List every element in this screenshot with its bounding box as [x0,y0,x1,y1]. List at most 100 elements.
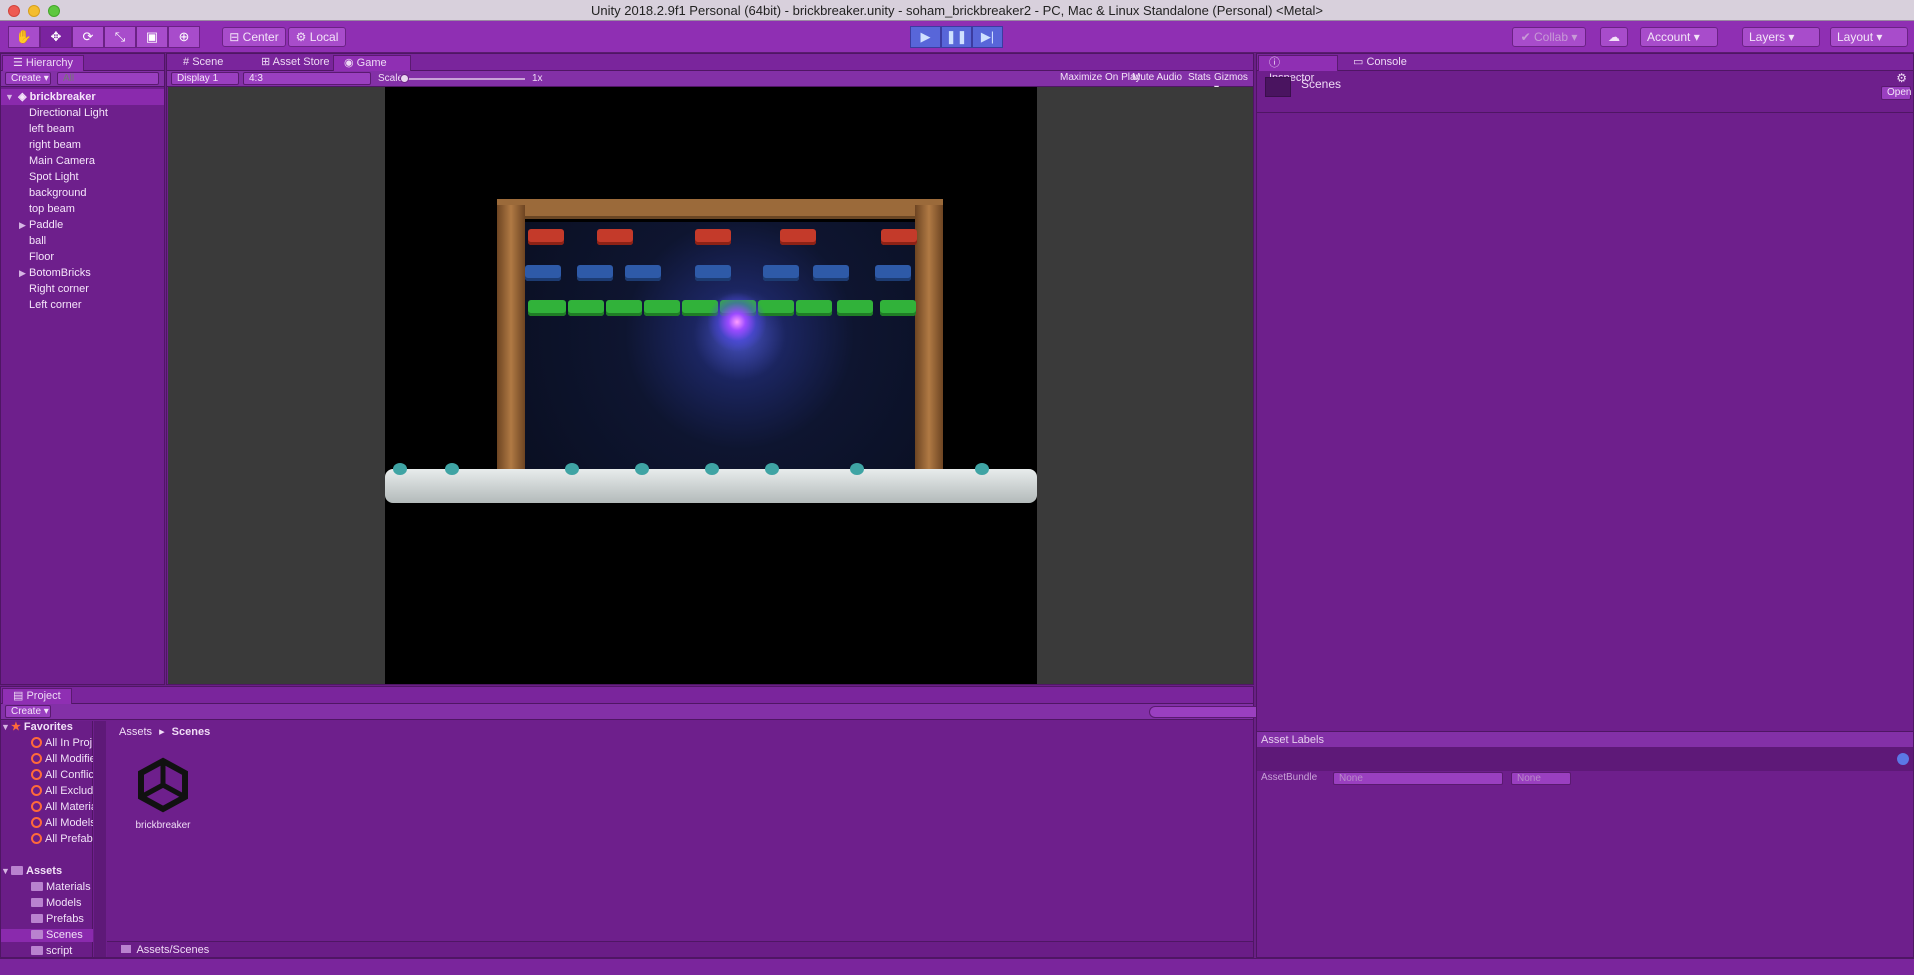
hierarchy-item[interactable]: Left corner [1,297,164,313]
asset-folder-item[interactable]: Prefabs [1,913,93,926]
brick [813,265,849,281]
favorite-item[interactable]: All Conflic [1,769,93,782]
asset-labels-header[interactable]: Asset Labels [1257,731,1913,747]
hierarchy-item[interactable]: Floor [1,249,164,265]
brick [528,229,564,245]
favorite-item[interactable]: All Prefab [1,833,93,846]
tab-inspector[interactable]: ⓘ Inspector [1258,55,1338,84]
project-create-button[interactable]: Create ▾ [5,705,51,718]
assets-header[interactable]: ▼ Assets [1,865,93,878]
expand-arrow-icon[interactable]: ▼ [5,89,15,105]
tab-hierarchy[interactable]: ☰ Hierarchy [2,55,84,71]
brick [780,229,816,245]
asset-item-label: brickbreaker [135,820,191,831]
display-dropdown[interactable]: Display 1 [171,72,239,85]
game-viewport[interactable] [168,87,1253,684]
close-window-button[interactable] [8,5,20,17]
breadcrumb-scenes[interactable]: Scenes [172,726,211,738]
expand-arrow-icon[interactable]: ▼ [1,865,11,878]
favorites-header[interactable]: ▼★ Favorites [1,721,93,734]
assetbundle-label: AssetBundle [1261,772,1318,783]
hierarchy-item[interactable]: Directional Light [1,105,164,121]
expand-arrow-icon[interactable]: ▼ [1,721,11,734]
mute-audio-toggle[interactable]: Mute Audio [1127,72,1183,85]
layout-dropdown[interactable]: Layout ▾ [1830,27,1908,47]
move-tool-icon[interactable]: ✥ [40,26,72,48]
favorite-item[interactable]: All Materia [1,801,93,814]
hierarchy-create-button[interactable]: Create ▾ [5,72,51,85]
tag-icon[interactable] [1897,753,1909,765]
folder-icon [31,914,43,923]
cloud-icon[interactable]: ☁ [1600,27,1628,47]
pivot-center-button[interactable]: ⊟ Center [222,27,286,47]
account-dropdown[interactable]: Account ▾ [1640,27,1718,47]
favorite-item[interactable]: All Models [1,817,93,830]
play-icon[interactable]: ▶ [910,26,941,48]
favorite-item-label: All Materia [45,801,93,813]
ball [707,292,767,352]
collab-button[interactable]: ✔ Collab ▾ [1512,27,1586,47]
scale-slider[interactable] [400,74,525,83]
tree-scrollbar[interactable] [94,721,106,957]
local-icon: ⚙ [295,30,310,44]
scale-slider-handle[interactable] [400,74,409,83]
hierarchy-item[interactable]: Spot Light [1,169,164,185]
tab-console[interactable]: ▭ Console [1343,55,1417,71]
hierarchy-search-input[interactable] [57,72,159,85]
asset-item[interactable]: brickbreaker [129,755,197,831]
asset-folder-item[interactable]: Models [1,897,93,910]
folder-icon [31,882,43,891]
hierarchy-item[interactable]: right beam [1,137,164,153]
gear-icon[interactable]: ⚙ [1896,71,1907,85]
search-filter-icon [31,753,42,764]
rect-tool-icon[interactable]: ▣ [136,26,168,48]
asset-folder-item[interactable]: Scenes [1,929,93,942]
tab-asset-store[interactable]: ⊞ Asset Store [251,55,340,71]
hierarchy-panel: ☰ Hierarchy Create ▾ ▼ ◈ brickbreaker Di… [0,53,165,685]
folder-icon: ▤ [13,690,27,702]
hierarchy-item-label: Main Camera [29,155,96,167]
aspect-dropdown[interactable]: 4:3 [243,72,371,85]
hierarchy-item[interactable]: left beam [1,121,164,137]
assetbundle-dropdown[interactable]: None [1333,772,1503,785]
favorite-item[interactable]: All Exclud [1,785,93,798]
minimize-window-button[interactable] [28,5,40,17]
hand-tool-icon[interactable]: ✋ [8,26,40,48]
pivot-local-button[interactable]: ⚙ Local [288,27,346,47]
gizmos-dropdown[interactable]: Gizmos ▾ [1209,72,1249,94]
hierarchy-item[interactable]: ball [1,233,164,249]
hierarchy-item[interactable]: top beam [1,201,164,217]
favorite-item[interactable]: All Modifie [1,753,93,766]
scene-root[interactable]: ▼ ◈ brickbreaker [1,89,164,105]
expand-arrow-icon[interactable]: ▶ [19,265,29,281]
brick [525,265,561,281]
folder-icon [31,946,43,955]
tab-game[interactable]: ◉ Game [333,55,411,71]
hierarchy-item[interactable]: ▶ Paddle [1,217,164,233]
tab-project[interactable]: ▤ Project [2,688,72,704]
hierarchy-item[interactable]: background [1,185,164,201]
step-icon[interactable]: ▶| [972,26,1003,48]
asset-folder-item[interactable]: script [1,945,93,958]
hierarchy-item[interactable]: Right corner [1,281,164,297]
console-icon: ▭ [1353,56,1367,68]
zoom-window-button[interactable] [48,5,60,17]
scale-tool-icon[interactable]: ⤡ [104,26,136,48]
folder-icon [1265,77,1291,97]
asset-folder-item[interactable]: Materials [1,881,93,894]
open-button[interactable]: Open [1881,86,1911,100]
transform-tool-icon[interactable]: ⊕ [168,26,200,48]
favorite-item[interactable]: All In Proj [1,737,93,750]
pause-icon[interactable]: ❚❚ [941,26,972,48]
rotate-tool-icon[interactable]: ⟳ [72,26,104,48]
project-footer: Assets/Scenes [107,941,1253,957]
hierarchy-item[interactable]: Main Camera [1,153,164,169]
unity-scene-icon: ◈ [18,91,30,103]
folder-icon [11,866,23,875]
layers-dropdown[interactable]: Layers ▾ [1742,27,1820,47]
breadcrumb-assets[interactable]: Assets [119,726,152,738]
tab-scene[interactable]: # Scene [173,55,233,71]
assetbundle-variant-dropdown[interactable]: None [1511,772,1571,785]
hierarchy-item[interactable]: ▶ BotomBricks [1,265,164,281]
expand-arrow-icon[interactable]: ▶ [19,217,29,233]
